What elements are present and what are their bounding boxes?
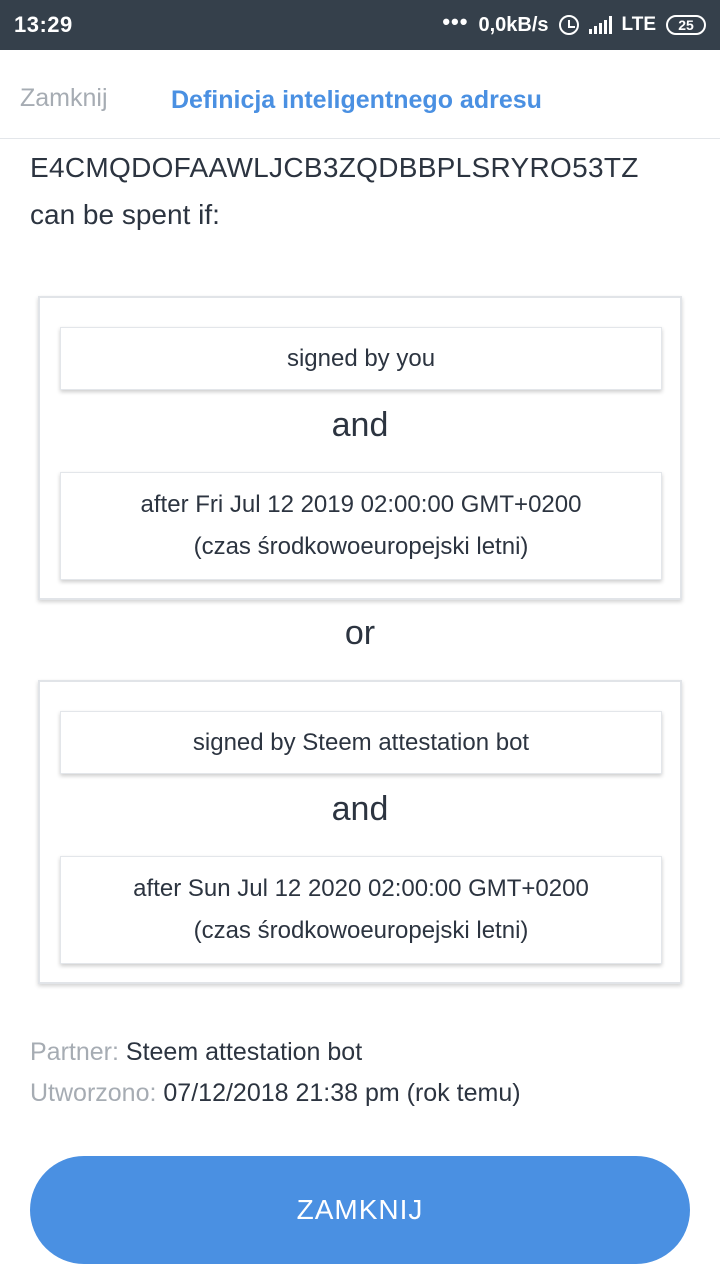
partner-label: Partner:: [30, 1038, 119, 1066]
smart-address: E4CMQDOFAAWLJCB3ZQDBBPLSRYRO53TZ: [30, 152, 639, 183]
created-row: Utworzono: 07/12/2018 21:38 pm (rok temu…: [30, 1079, 521, 1108]
alarm-icon: [558, 15, 579, 35]
created-value: 07/12/2018 21:38 pm (rok temu): [163, 1079, 521, 1107]
header: Zamknij Definicja inteligentnego adresu: [0, 50, 720, 139]
page-title: Definicja inteligentnego adresu: [171, 86, 542, 114]
condition-signed-by-you: signed by you: [60, 327, 662, 390]
close-button[interactable]: ZAMKNIJ: [30, 1156, 690, 1264]
or-connector: or: [344, 614, 376, 652]
close-link[interactable]: Zamknij: [20, 84, 108, 113]
signal-icon: [588, 16, 612, 34]
partner-row: Partner: Steem attestation bot: [30, 1038, 362, 1067]
network-speed: 0,0kB/s: [478, 13, 549, 36]
and-connector: and: [331, 790, 389, 828]
created-label: Utworzono:: [30, 1079, 157, 1107]
condition-text: after Fri Jul 12 2019 02:00:00 GMT+0200: [140, 491, 582, 518]
status-time: 13:29: [14, 12, 73, 37]
condition-text: after Sun Jul 12 2020 02:00:00 GMT+0200: [133, 875, 589, 902]
and-connector: and: [331, 406, 389, 444]
condition-text: signed by Steem attestation bot: [192, 728, 530, 756]
condition-timezone: (czas środkowoeuropejski letni): [193, 533, 529, 560]
status-bar: 13:29 ••• 0,0kB/s LTE 25: [0, 0, 720, 50]
condition-after-date: after Sun Jul 12 2020 02:00:00 GMT+0200 …: [60, 856, 662, 964]
condition-group-1: signed by you and after Fri Jul 12 2019 …: [38, 296, 682, 600]
condition-signed-by-bot: signed by Steem attestation bot: [60, 711, 662, 774]
more-notifications-icon: •••: [442, 9, 469, 34]
condition-text: signed by you: [286, 344, 436, 372]
condition-group-2: signed by Steem attestation bot and afte…: [38, 680, 682, 984]
status-icons: ••• 0,0kB/s LTE 25: [442, 9, 706, 37]
network-type: LTE: [621, 14, 656, 35]
spend-intro: can be spent if:: [30, 199, 220, 230]
condition-timezone: (czas środkowoeuropejski letni): [193, 917, 529, 944]
condition-after-date: after Fri Jul 12 2019 02:00:00 GMT+0200 …: [60, 472, 662, 580]
battery-icon: 25: [666, 15, 706, 35]
partner-value: Steem attestation bot: [125, 1038, 363, 1066]
